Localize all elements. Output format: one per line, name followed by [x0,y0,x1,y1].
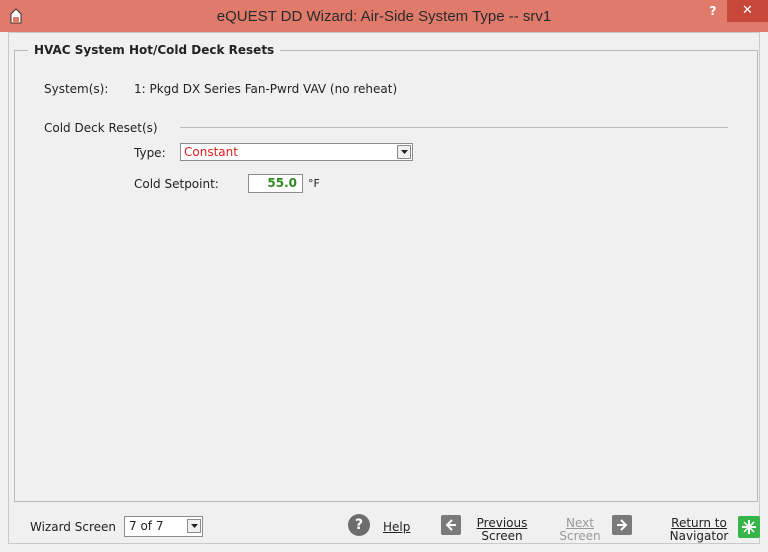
group-title: HVAC System Hot/Cold Deck Resets [28,43,281,57]
cold-setpoint-input[interactable]: 55.0 [248,174,303,193]
arrow-right-icon[interactable] [612,515,632,535]
help-question-button[interactable]: ? [703,4,723,22]
resets-group-box [14,50,758,502]
return-to-navigator-button[interactable]: Return to Navigator [664,517,734,543]
next-label-line2: Screen [559,529,601,543]
cold-setpoint-unit: °F [308,177,320,190]
systems-label: System(s): [44,82,109,96]
return-label-line2: Navigator [669,529,729,543]
previous-label-line2: Screen [481,529,523,543]
title-bar[interactable]: eQUEST DD Wizard: Air-Side System Type -… [0,0,768,32]
cold-deck-section-title: Cold Deck Reset(s) [44,121,158,135]
arrow-left-icon[interactable] [441,515,461,535]
navigator-sparkle-icon[interactable] [738,516,760,538]
next-screen-button[interactable]: Next Screen [548,517,612,543]
window-title: eQUEST DD Wizard: Air-Side System Type -… [216,8,552,25]
cold-setpoint-label: Cold Setpoint: [134,177,219,191]
type-label: Type: [134,146,166,160]
wizard-screen-value: 7 of 7 [129,519,164,533]
section-divider [180,127,728,128]
close-button[interactable]: ✕ [727,0,768,22]
wizard-screen-label: Wizard Screen [30,520,116,534]
chevron-down-icon[interactable] [397,145,411,159]
help-button[interactable]: Help [383,520,410,534]
type-dropdown[interactable]: Constant [180,143,413,161]
previous-screen-button[interactable]: Previous Screen [470,517,534,543]
wizard-screen-dropdown[interactable]: 7 of 7 [124,516,203,537]
systems-value: 1: Pkgd DX Series Fan-Pwrd VAV (no rehea… [134,82,398,96]
type-dropdown-value: Constant [184,145,238,159]
question-circle-icon[interactable]: ? [348,514,370,536]
chevron-down-icon[interactable] [187,519,201,533]
